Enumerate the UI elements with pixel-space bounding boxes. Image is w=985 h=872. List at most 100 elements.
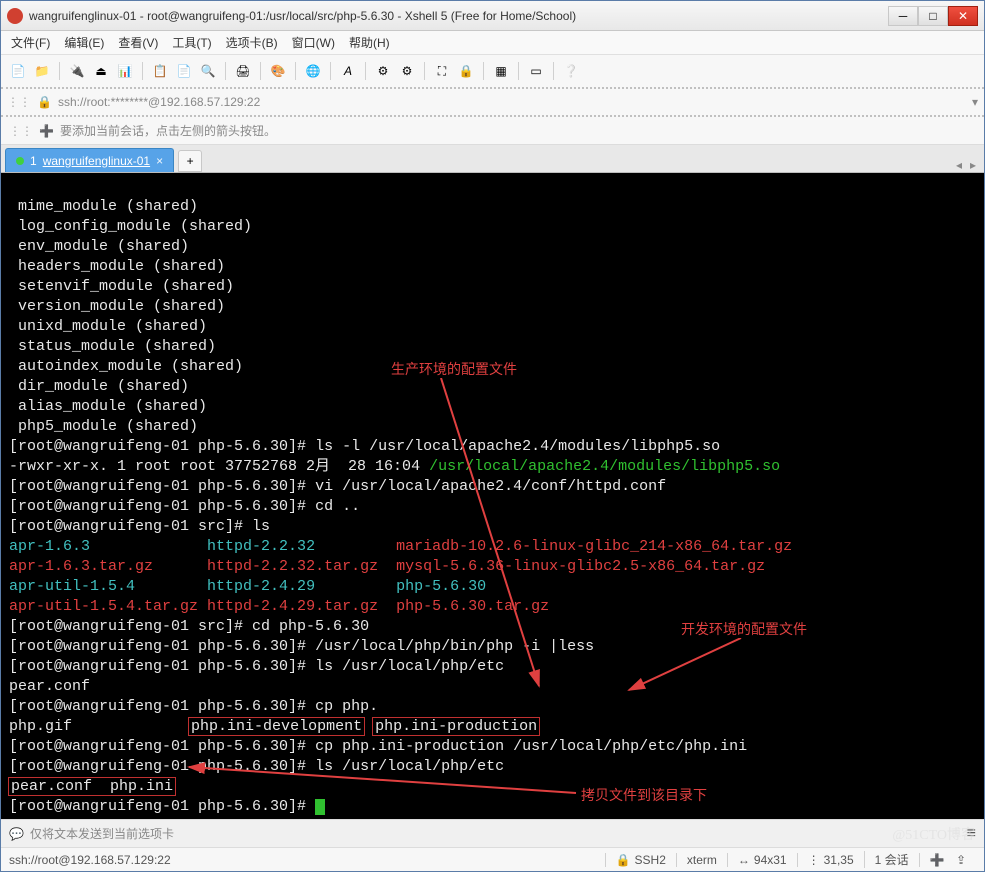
tab-label: wangruifenglinux-01 bbox=[43, 154, 150, 168]
status-ssh-label: SSH2 bbox=[635, 853, 666, 867]
command: /usr/local/php/bin/php -i |less bbox=[315, 638, 594, 655]
tab-prev-icon[interactable]: ◂ bbox=[956, 158, 962, 172]
plus-icon[interactable]: ➕ bbox=[930, 853, 945, 867]
input-menu-icon[interactable]: ≡ bbox=[967, 825, 976, 843]
app-window: wangruifenglinux-01 - root@wangruifeng-0… bbox=[0, 0, 985, 872]
new-tab-label: + bbox=[187, 154, 194, 168]
maximize-button[interactable]: □ bbox=[918, 6, 948, 26]
terminal[interactable]: mime_module (shared) log_config_module (… bbox=[1, 173, 984, 819]
open-session-button[interactable]: 📁 bbox=[31, 60, 53, 82]
term-line: alias_module (shared) bbox=[9, 398, 207, 415]
caps-icon: ⇪ bbox=[956, 853, 966, 867]
lock-icon: 🔒 bbox=[37, 95, 52, 109]
status-pos-label: 31,35 bbox=[824, 853, 854, 867]
minimize-button[interactable]: ─ bbox=[888, 6, 918, 26]
address-grip-icon: ⋮⋮ bbox=[7, 95, 31, 109]
annotation-development: 开发环境的配置文件 bbox=[681, 619, 807, 639]
script2-button[interactable]: ⚙ bbox=[396, 60, 418, 82]
command: cp php.ini-production /usr/local/php/etc… bbox=[315, 738, 747, 755]
hint-bar: ⋮⋮ ➕ 要添加当前会话，点击左侧的箭头按钮。 bbox=[1, 117, 984, 145]
archive: php-5.6.30.tar.gz bbox=[396, 598, 549, 615]
prompt: [root@wangruifeng-01 php-5.6.30]# bbox=[9, 638, 315, 655]
fullscreen-button[interactable]: ⛶ bbox=[431, 60, 453, 82]
menu-help[interactable]: 帮助(H) bbox=[349, 34, 390, 51]
print-button[interactable]: 🖨 bbox=[232, 60, 254, 82]
status-dot-icon bbox=[16, 157, 24, 165]
address-dropdown-icon[interactable]: ▾ bbox=[972, 95, 978, 109]
menu-tools[interactable]: 工具(T) bbox=[172, 34, 211, 51]
address-text[interactable]: ssh://root:********@192.168.57.129:22 bbox=[58, 95, 966, 109]
tab-next-icon[interactable]: ▸ bbox=[970, 158, 976, 172]
reconnect-button[interactable]: 🔌 bbox=[66, 60, 88, 82]
command: cd .. bbox=[315, 498, 360, 515]
properties-button[interactable]: 📊 bbox=[114, 60, 136, 82]
tab-close-icon[interactable]: × bbox=[156, 154, 163, 168]
archive: mariadb-10.2.6-linux-glibc_214-x86_64.ta… bbox=[396, 538, 792, 555]
menu-file[interactable]: 文件(F) bbox=[11, 34, 50, 51]
status-sessions: 1 会话 bbox=[864, 851, 919, 868]
term-line: autoindex_module (shared) bbox=[9, 358, 243, 375]
session-tab[interactable]: 1 wangruifenglinux-01 × bbox=[5, 148, 174, 172]
prompt: [root@wangruifeng-01 php-5.6.30]# bbox=[9, 738, 315, 755]
window-controls: ─ □ ✕ bbox=[888, 6, 978, 26]
term-line: status_module (shared) bbox=[9, 338, 216, 355]
annotation-production: 生产环境的配置文件 bbox=[391, 359, 517, 379]
input-placeholder[interactable]: 仅将文本发送到当前选项卡 bbox=[30, 825, 174, 842]
hint-text: 要添加当前会话，点击左侧的箭头按钮。 bbox=[60, 122, 276, 139]
new-tab-button[interactable]: + bbox=[178, 150, 202, 172]
status-cursor-pos: ⋮31,35 bbox=[797, 853, 864, 867]
term-line: env_module (shared) bbox=[9, 238, 189, 255]
menu-edit[interactable]: 编辑(E) bbox=[64, 34, 104, 51]
font-button[interactable]: A bbox=[337, 60, 359, 82]
menu-view[interactable]: 查看(V) bbox=[118, 34, 158, 51]
input-icon: 💬 bbox=[9, 827, 24, 841]
disconnect-button[interactable]: ⏏ bbox=[90, 60, 112, 82]
window-title: wangruifenglinux-01 - root@wangruifeng-0… bbox=[29, 9, 882, 23]
status-bar: ssh://root@192.168.57.129:22 🔒SSH2 xterm… bbox=[1, 847, 984, 871]
script-button[interactable]: ⚙ bbox=[372, 60, 394, 82]
toolbar: 📄 📁 🔌 ⏏ 📊 📋 📄 🔍 🖨 🎨 🌐 A ⚙ ⚙ ⛶ 🔒 ▦ ▭ ❔ bbox=[1, 55, 984, 89]
status-connection: ssh://root@192.168.57.129:22 bbox=[9, 853, 605, 867]
separator bbox=[330, 62, 331, 80]
cursor-icon bbox=[315, 799, 325, 815]
status-protocol: 🔒 SSH2 bbox=[605, 853, 676, 867]
color-scheme-button[interactable]: 🎨 bbox=[267, 60, 289, 82]
dir: apr-1.6.3 bbox=[9, 538, 90, 555]
archive: httpd-2.4.29.tar.gz bbox=[207, 598, 378, 615]
command: ls -l /usr/local/apache2.4/modules/libph… bbox=[315, 438, 720, 455]
annotation-copy-dest: 拷贝文件到该目录下 bbox=[581, 785, 707, 805]
command: ls /usr/local/php/etc bbox=[315, 658, 504, 675]
term-line: headers_module (shared) bbox=[9, 258, 225, 275]
separator bbox=[59, 62, 60, 80]
find-button[interactable]: 🔍 bbox=[197, 60, 219, 82]
lock-icon: 🔒 bbox=[616, 853, 631, 867]
encoding-button[interactable]: 🌐 bbox=[302, 60, 324, 82]
prompt: [root@wangruifeng-01 php-5.6.30]# bbox=[9, 498, 315, 515]
ini-development: php.ini-development bbox=[189, 718, 364, 735]
paste-button[interactable]: 📄 bbox=[173, 60, 195, 82]
menu-tabs[interactable]: 选项卡(B) bbox=[226, 34, 278, 51]
term-line: php5_module (shared) bbox=[9, 418, 198, 435]
dir: httpd-2.2.32 bbox=[207, 538, 315, 555]
add-session-icon[interactable]: ➕ bbox=[39, 124, 54, 138]
tab-strip: 1 wangruifenglinux-01 × + ◂ ▸ bbox=[1, 145, 984, 173]
menu-window[interactable]: 窗口(W) bbox=[292, 34, 335, 51]
tile-button[interactable]: ▦ bbox=[490, 60, 512, 82]
new-session-button[interactable]: 📄 bbox=[7, 60, 29, 82]
term-line: setenvif_module (shared) bbox=[9, 278, 234, 295]
copy-button[interactable]: 📋 bbox=[149, 60, 171, 82]
prompt: [root@wangruifeng-01 php-5.6.30]# bbox=[9, 758, 315, 775]
command: cd php-5.6.30 bbox=[252, 618, 369, 635]
input-bar: 💬 仅将文本发送到当前选项卡 ≡ bbox=[1, 819, 984, 847]
separator bbox=[295, 62, 296, 80]
close-button[interactable]: ✕ bbox=[948, 6, 978, 26]
input-field[interactable] bbox=[180, 825, 961, 843]
prompt: [root@wangruifeng-01 php-5.6.30]# bbox=[9, 798, 315, 815]
menu-bar: 文件(F) 编辑(E) 查看(V) 工具(T) 选项卡(B) 窗口(W) 帮助(… bbox=[1, 31, 984, 55]
prompt: [root@wangruifeng-01 php-5.6.30]# bbox=[9, 698, 315, 715]
help-button[interactable]: ❔ bbox=[560, 60, 582, 82]
archive: apr-1.6.3.tar.gz bbox=[9, 558, 153, 575]
toggle-button[interactable]: ▭ bbox=[525, 60, 547, 82]
archive: httpd-2.2.32.tar.gz bbox=[207, 558, 378, 575]
lock-button[interactable]: 🔒 bbox=[455, 60, 477, 82]
